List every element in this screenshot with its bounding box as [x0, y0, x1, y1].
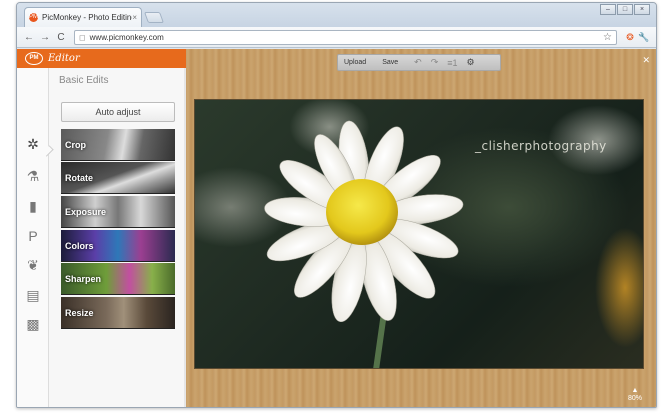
- effects-flask-icon[interactable]: ⚗: [23, 166, 43, 186]
- browser-toolbar: ← → C ◻ www.picmonkey.com ☆ ❂ 🔧: [17, 27, 656, 48]
- new-tab-button[interactable]: [143, 12, 165, 23]
- tile-crop[interactable]: Crop: [61, 129, 175, 161]
- history-icon[interactable]: ≡1: [447, 58, 457, 68]
- zoom-up-icon[interactable]: ▲: [628, 387, 642, 395]
- tab-strip: PM PicMonkey - Photo Editing × – □ ×: [17, 3, 656, 27]
- minimize-button[interactable]: –: [600, 4, 616, 15]
- reload-button[interactable]: C: [54, 32, 68, 43]
- photo-watermark: _clisherphotography: [475, 139, 607, 153]
- section-title: Basic Edits: [59, 75, 109, 86]
- tile-sharpen[interactable]: Sharpen: [61, 263, 175, 295]
- editor-header: PM Editor: [17, 49, 186, 68]
- frames-icon[interactable]: ▤: [23, 285, 43, 305]
- tab-picmonkey[interactable]: PM PicMonkey - Photo Editing ×: [24, 7, 142, 27]
- tab-title: PicMonkey - Photo Editing: [42, 13, 133, 22]
- history-count: 1: [452, 57, 458, 68]
- address-bar[interactable]: ◻ www.picmonkey.com ☆: [74, 29, 617, 45]
- picmonkey-favicon-icon: PM: [29, 13, 38, 22]
- undo-icon[interactable]: ↶: [414, 57, 422, 68]
- forward-button[interactable]: →: [38, 32, 52, 43]
- action-bar: Upload Save ↶ ↷ ≡1 ⚙: [337, 54, 501, 71]
- page-icon: ◻: [79, 32, 86, 42]
- tile-rotate[interactable]: Rotate: [61, 162, 175, 194]
- editor-panel: PM Editor ✲ ⚗ ▮ P ❦ ▤ ▩ Basic Edits Auto…: [17, 49, 186, 407]
- picmonkey-extension-icon[interactable]: ❂: [623, 32, 637, 43]
- picmonkey-logo: PM: [25, 52, 43, 65]
- zoom-level: 80%: [627, 395, 642, 402]
- picmonkey-app: PM Editor ✲ ⚗ ▮ P ❦ ▤ ▩ Basic Edits Auto…: [17, 49, 656, 407]
- panel-divider: [184, 68, 186, 407]
- maximize-button[interactable]: □: [617, 4, 633, 15]
- close-window-button[interactable]: ×: [634, 4, 650, 15]
- textures-icon[interactable]: ▩: [23, 314, 43, 334]
- editor-title: Editor: [48, 53, 80, 64]
- wrench-menu-icon[interactable]: 🔧: [637, 32, 651, 43]
- tile-resize[interactable]: Resize: [61, 297, 175, 329]
- touch-up-brush-icon[interactable]: ▮: [23, 196, 43, 216]
- save-button[interactable]: Save: [382, 59, 398, 66]
- auto-adjust-button[interactable]: Auto adjust: [61, 102, 175, 122]
- window-controls: – □ ×: [599, 4, 650, 15]
- upload-button[interactable]: Upload: [344, 59, 366, 66]
- basic-edits-icon[interactable]: ✲: [23, 134, 43, 154]
- photo-canvas[interactable]: _clisherphotography: [194, 99, 644, 369]
- redo-icon[interactable]: ↷: [431, 57, 439, 68]
- browser-window: PM PicMonkey - Photo Editing × – □ × ← →…: [16, 2, 657, 408]
- tab-close-icon[interactable]: ×: [132, 13, 137, 22]
- tool-strip: ✲ ⚗ ▮ P ❦ ▤ ▩: [17, 68, 49, 407]
- tile-colors[interactable]: Colors: [61, 230, 175, 262]
- overlays-butterfly-icon[interactable]: ❦: [23, 255, 43, 275]
- back-button[interactable]: ←: [22, 32, 36, 43]
- settings-gear-icon[interactable]: ⚙: [467, 57, 475, 68]
- bookmark-star-icon[interactable]: ☆: [603, 32, 612, 43]
- text-icon[interactable]: P: [23, 226, 43, 246]
- url-text: www.picmonkey.com: [89, 32, 164, 42]
- close-editor-icon[interactable]: ✕: [642, 55, 650, 66]
- tile-exposure[interactable]: Exposure: [61, 196, 175, 228]
- zoom-control[interactable]: ▲ 80%: [628, 387, 642, 403]
